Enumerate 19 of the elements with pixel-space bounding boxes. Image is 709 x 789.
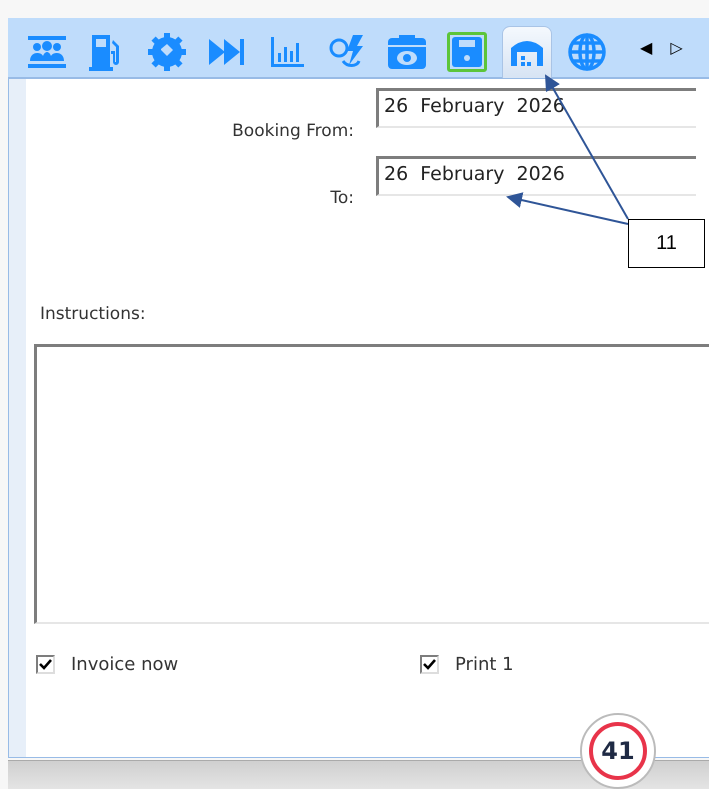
gear-icon <box>147 32 187 72</box>
date-field[interactable]: 26 February 2026 <box>376 156 696 196</box>
field-label: Booking From: <box>231 120 355 141</box>
checkbox-label: Invoice now <box>71 654 178 675</box>
camera-eye-icon <box>387 34 427 70</box>
checkbox[interactable] <box>420 655 439 674</box>
scroll-right-button[interactable]: ▷ <box>664 38 689 57</box>
people-icon <box>27 34 67 68</box>
bar-chart-icon <box>269 34 305 68</box>
instructions-field[interactable] <box>34 344 709 624</box>
checkbox[interactable] <box>36 655 55 674</box>
toolbar-tab[interactable] <box>502 26 552 78</box>
globe-icon <box>567 32 607 72</box>
date-field[interactable]: 26 February 2026 <box>376 88 696 128</box>
field-label: To: <box>329 187 355 208</box>
field-label: Instructions: <box>40 304 146 324</box>
checkbox-label: Print 1 <box>455 654 514 675</box>
scroll-left-button[interactable]: ◀ <box>634 38 658 57</box>
callout-label: 11 <box>628 219 705 268</box>
